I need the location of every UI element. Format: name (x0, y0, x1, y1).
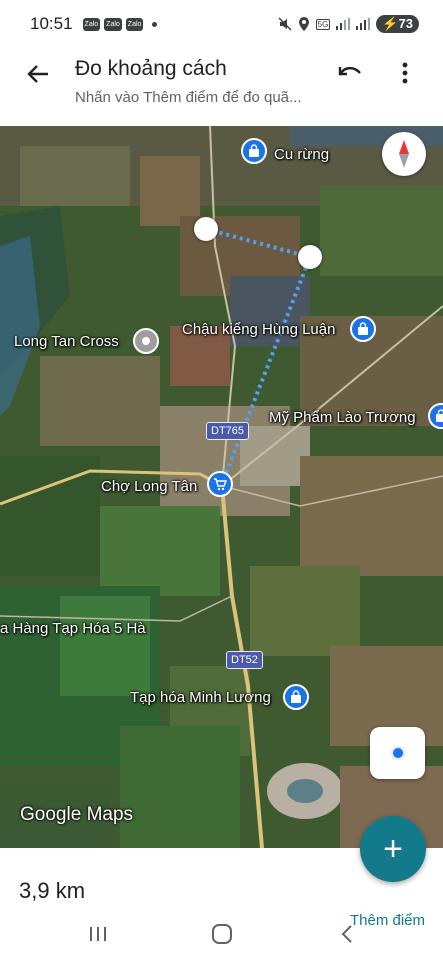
zalo-notification-icon: Zalo (125, 17, 144, 31)
my-location-button[interactable] (370, 727, 425, 779)
shopping-bag-icon (358, 322, 368, 335)
compass-button[interactable] (382, 132, 426, 176)
measure-point[interactable] (194, 217, 218, 241)
maps-logo-text: Maps (86, 804, 134, 825)
place-pin-icon[interactable] (133, 328, 159, 354)
battery-level: ⚡73 (376, 15, 419, 33)
signal-icon (356, 18, 371, 30)
circle-icon (142, 337, 150, 345)
status-time: 10:51 (30, 14, 73, 33)
zalo-notification-icon: Zalo (104, 17, 122, 31)
measured-distance: 3,9 km (19, 878, 86, 903)
place-label[interactable]: Cu rừng (274, 146, 329, 163)
measure-point[interactable] (298, 245, 322, 269)
shopping-bag-icon (436, 409, 443, 422)
place-pin-icon[interactable] (241, 138, 267, 164)
more-notifications-dot (152, 21, 158, 27)
add-point-button[interactable]: Thêm điểm (350, 912, 425, 929)
nav-back-icon (341, 925, 352, 943)
market-pin-icon[interactable] (207, 471, 233, 497)
status-bar: 10:51 Zalo Zalo Zalo 5G ⚡73 (0, 0, 443, 48)
back-button[interactable] (22, 58, 54, 90)
more-vert-icon (402, 62, 408, 84)
add-point-fab[interactable]: + (360, 816, 426, 882)
satellite-map[interactable]: Cu rừng Chậu kiểng Hùng Luận Long Tan Cr… (0, 126, 443, 848)
shopping-bag-icon (249, 144, 259, 157)
page-title: Đo khoảng cách (75, 57, 227, 80)
undo-icon (338, 66, 361, 76)
more-options-button[interactable] (392, 58, 418, 88)
my-location-icon (390, 746, 405, 760)
road-badge: DT52 (226, 651, 263, 669)
top-app-bar: Đo khoảng cách Nhấn vào Thêm điểm để đo … (0, 48, 443, 126)
zalo-notification-icon: Zalo (82, 17, 101, 31)
place-label[interactable]: Mỹ Phẩm Lào Trương (269, 409, 416, 426)
phone-screen: 10:51 Zalo Zalo Zalo 5G ⚡73 Đo khoảng cá… (0, 0, 443, 960)
page-subtitle: Nhấn vào Thêm điểm để đo quã... (75, 89, 302, 106)
place-label[interactable]: Tạp hóa Minh Lương (130, 689, 271, 706)
google-maps-logo: Google Maps (20, 804, 133, 826)
status-icons: 5G ⚡73 (278, 15, 419, 33)
notification-icons: Zalo Zalo Zalo (82, 17, 158, 31)
compass-icon (399, 140, 409, 168)
place-pin-icon[interactable] (350, 316, 376, 342)
location-icon (298, 17, 309, 31)
nav-recent-button[interactable] (88, 926, 108, 942)
undo-button[interactable] (336, 58, 366, 88)
cart-icon (214, 478, 227, 491)
shopping-bag-icon (291, 690, 301, 703)
signal-icon (336, 18, 351, 30)
nav-back-button[interactable] (340, 924, 354, 944)
place-label[interactable]: Chợ Long Tân (101, 478, 197, 495)
place-pin-icon[interactable] (283, 684, 309, 710)
mute-icon (278, 17, 292, 31)
recent-apps-icon (90, 927, 106, 941)
place-label[interactable]: a Hàng Tạp Hóa 5 Hà (0, 620, 146, 637)
place-label[interactable]: Chậu kiểng Hùng Luận (182, 321, 335, 338)
google-logo-text: Google (20, 804, 82, 825)
place-label[interactable]: Long Tan Cross (14, 333, 119, 350)
network-type: 5G (315, 18, 331, 30)
arrow-back-icon (27, 65, 48, 83)
road-badge: DT765 (206, 422, 250, 440)
home-icon[interactable] (212, 924, 232, 944)
